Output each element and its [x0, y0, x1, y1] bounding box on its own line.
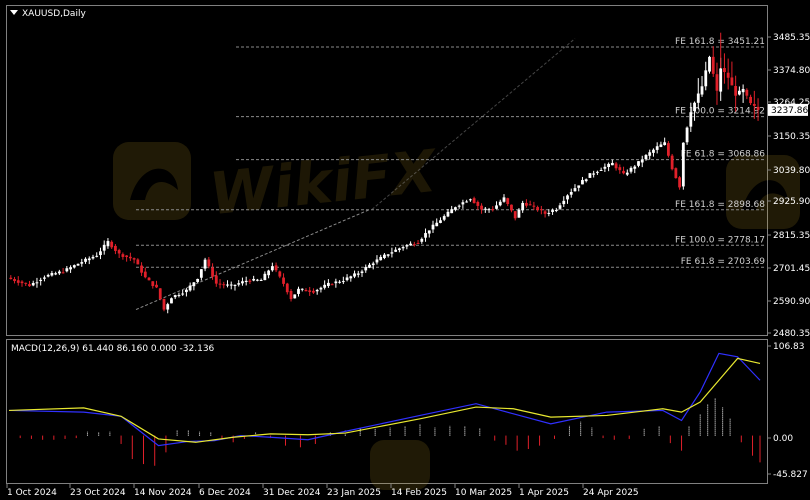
time-axis-label: 14 Feb 2025 — [391, 488, 447, 498]
candle — [170, 297, 173, 304]
price-axis-label: 2590.90 — [773, 297, 810, 307]
macd-axis-label: 0.00 — [773, 434, 793, 444]
candle — [158, 288, 162, 301]
svg-text:3237.86: 3237.86 — [771, 106, 808, 116]
macd-axis-label: 106.83 — [773, 342, 805, 352]
time-axis-label: 1 Oct 2024 — [7, 488, 57, 498]
candle — [681, 142, 685, 190]
candle — [666, 141, 670, 158]
fib-level-label: FE 61.8 = 3068.86 — [681, 150, 766, 160]
symbol-title: XAUUSD,Daily — [22, 9, 86, 19]
price-axis-label: 2480.35 — [773, 329, 810, 339]
macd-label: MACD(12,26,9) 61.440 86.160 0.000 -32.13… — [11, 344, 215, 354]
candle — [588, 173, 592, 178]
time-axis-label: 31 Dec 2024 — [263, 488, 321, 498]
fib-level-label: FE 100.0 = 3214.92 — [675, 107, 765, 117]
price-axis-label: 2925.90 — [773, 197, 810, 207]
candle — [293, 294, 297, 299]
fib-level-label: FE 100.0 = 2778.17 — [675, 235, 765, 245]
price-axis-label: 3039.80 — [773, 166, 810, 176]
time-axis-label: 1 Apr 2025 — [519, 488, 569, 498]
time-axis-label: 24 Apr 2025 — [583, 488, 639, 498]
candle — [162, 298, 166, 312]
candle — [670, 153, 674, 171]
candle — [708, 55, 711, 74]
price-axis-label: 3150.35 — [773, 132, 810, 142]
fib-level-label: FE 61.8 = 2703.69 — [681, 257, 766, 267]
fib-level-label: FE 161.8 = 3451.21 — [675, 37, 765, 47]
price-chart[interactable]: WikiFX FE 161.8 = 3451.21FE 100.0 = 3214… — [0, 0, 810, 500]
time-axis-label: 23 Jan 2025 — [327, 488, 381, 498]
candle — [674, 167, 678, 179]
price-axis-label: 3374.80 — [773, 66, 810, 76]
candle — [685, 126, 689, 145]
price-axis-label: 3485.35 — [773, 33, 810, 43]
price-axis-label: 2815.35 — [773, 231, 810, 241]
price-axis-label: 2701.45 — [773, 264, 810, 274]
macd-axis-label: -45.827 — [773, 470, 808, 480]
time-axis-label: 10 Mar 2025 — [455, 488, 512, 498]
time-axis-label: 14 Nov 2024 — [134, 488, 192, 498]
time-axis-label: 6 Dec 2024 — [199, 488, 251, 498]
time-axis-label: 23 Oct 2024 — [70, 488, 126, 498]
fib-level-label: FE 161.8 = 2898.68 — [675, 200, 765, 210]
current-price-tag: 3237.86 — [768, 103, 808, 116]
